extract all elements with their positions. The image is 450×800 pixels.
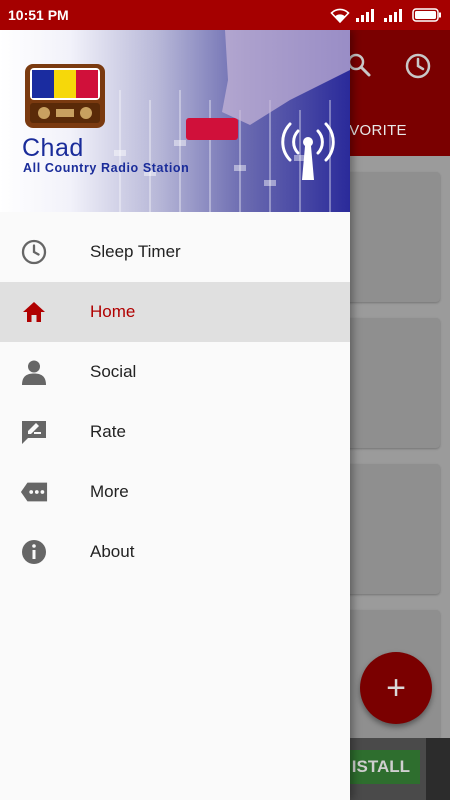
menu-item-label: Social — [90, 362, 137, 381]
install-button[interactable]: ISTALL — [350, 750, 420, 784]
status-bar: 10:51 PM — [0, 0, 450, 30]
menu-item-label: Rate — [90, 422, 126, 441]
tab-favorite[interactable]: AVORITE — [340, 122, 407, 139]
info-icon — [20, 538, 48, 566]
menu-item-label: More — [90, 482, 129, 501]
drawer-header: Chad All Country Radio Station — [0, 30, 350, 212]
home-icon — [20, 298, 48, 326]
app-subtitle: All Country Radio Station — [23, 161, 190, 175]
signal-icon — [384, 8, 406, 22]
list-item[interactable] — [344, 318, 440, 448]
antenna-icon — [278, 116, 338, 187]
list-item[interactable] — [344, 464, 440, 594]
menu-item-about[interactable]: About — [0, 522, 350, 582]
menu-item-rate[interactable]: Rate — [0, 402, 350, 462]
clock-icon — [20, 238, 48, 266]
menu-item-label: About — [90, 542, 135, 561]
drawer-menu: Sleep Timer Home Social Rate More About — [0, 222, 350, 582]
navigation-drawer: Chad All Country Radio Station Sleep Tim… — [0, 30, 350, 800]
ad-banner[interactable]: ISTALL — [350, 738, 450, 800]
radio-logo-icon — [25, 64, 105, 128]
status-time: 10:51 PM — [8, 7, 69, 23]
signal-icon — [356, 8, 378, 22]
menu-item-more[interactable]: More — [0, 462, 350, 522]
menu-item-label: Sleep Timer — [90, 242, 181, 261]
add-button[interactable]: + — [360, 652, 432, 724]
wifi-icon — [330, 7, 350, 23]
rate-icon — [20, 418, 48, 446]
more-icon — [20, 478, 48, 506]
app-title: Chad — [22, 134, 84, 162]
battery-icon — [412, 8, 442, 22]
ad-panel — [426, 738, 450, 800]
list-item[interactable] — [344, 172, 440, 302]
menu-item-sleep-timer[interactable]: Sleep Timer — [0, 222, 350, 282]
clock-icon[interactable] — [404, 52, 432, 85]
plus-icon: + — [386, 668, 406, 707]
menu-item-social[interactable]: Social — [0, 342, 350, 402]
menu-item-home[interactable]: Home — [0, 282, 350, 342]
status-icons — [330, 7, 442, 23]
person-icon — [20, 358, 48, 386]
menu-item-label: Home — [90, 302, 136, 321]
